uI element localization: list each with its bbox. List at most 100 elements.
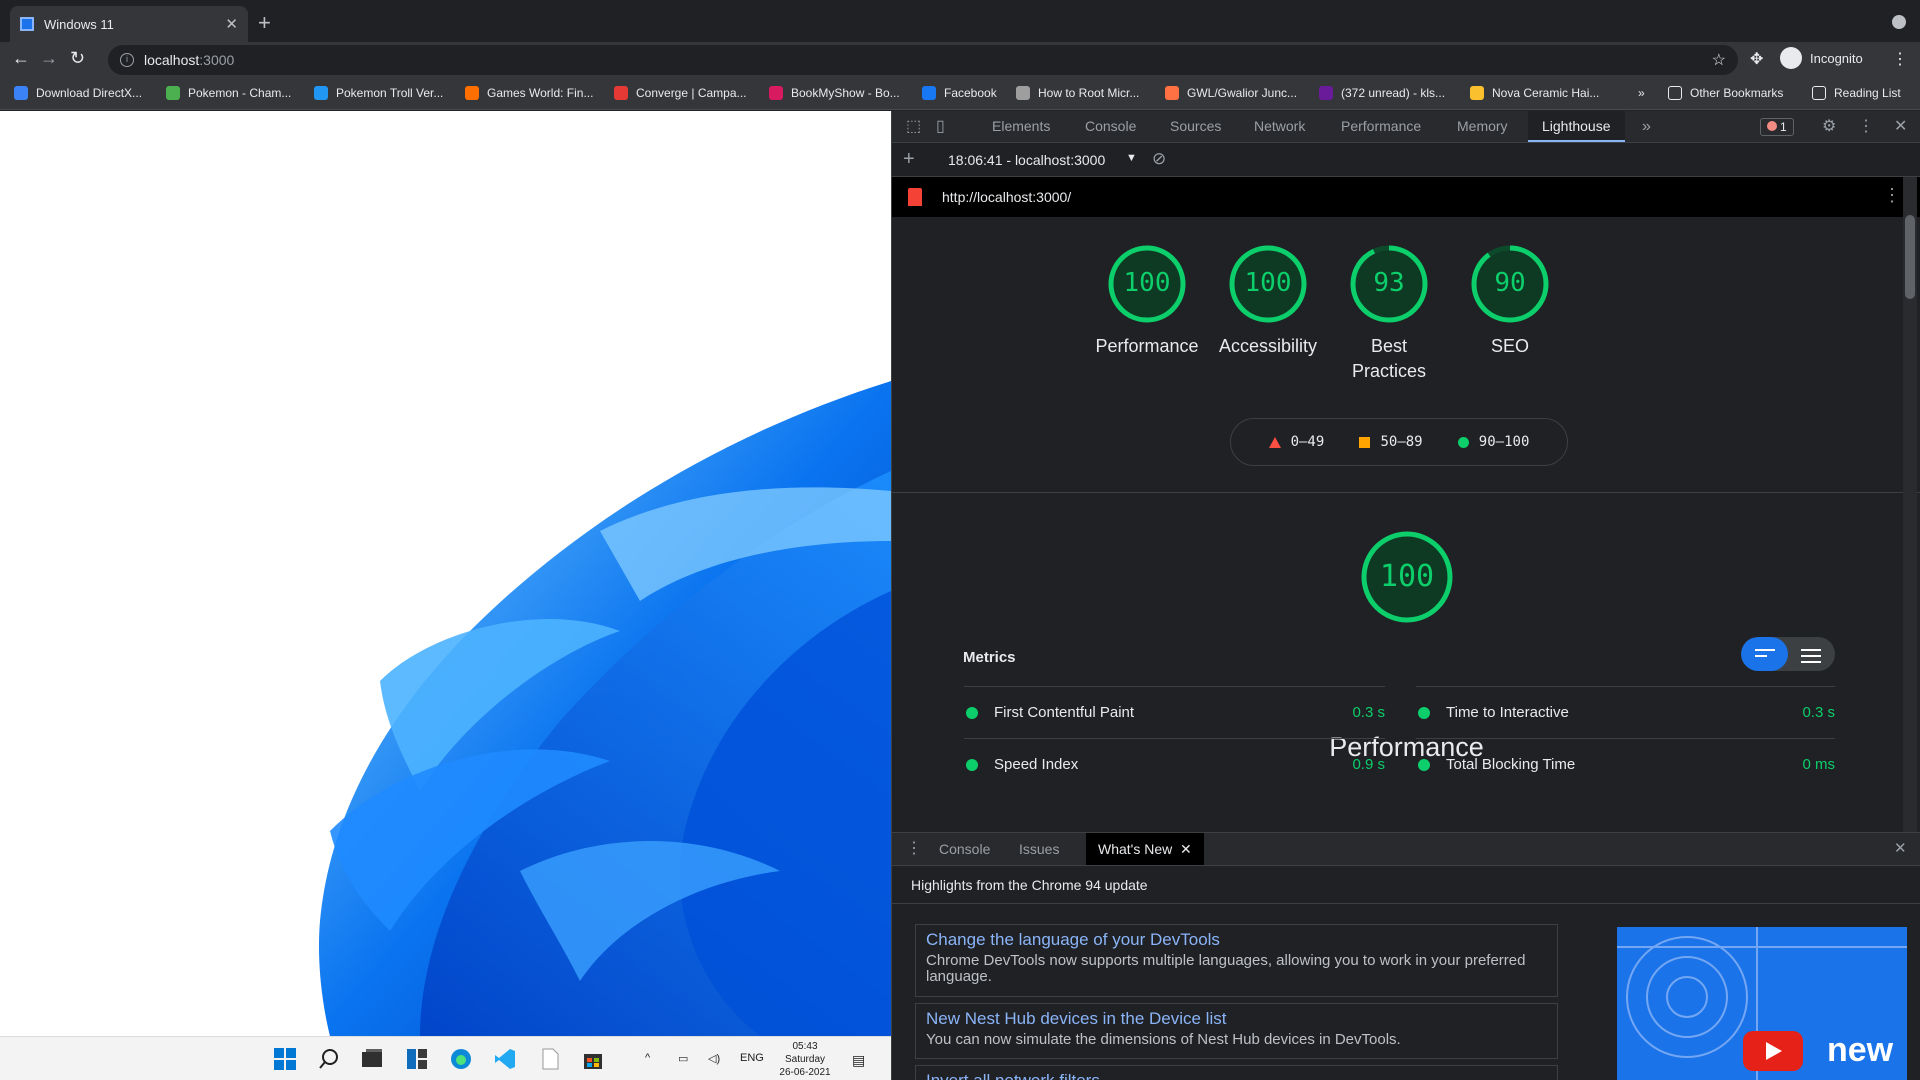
notification-icon[interactable]: ▤ — [852, 1052, 865, 1069]
network-icon[interactable]: ▭ — [678, 1052, 688, 1065]
start-icon[interactable] — [273, 1047, 297, 1071]
other-bookmarks-label: Other Bookmarks — [1690, 86, 1784, 100]
browser-tab[interactable]: Windows 11 ✕ — [10, 6, 248, 42]
clock[interactable]: 05:43 Saturday 26-06-2021 — [770, 1040, 840, 1079]
reload-icon[interactable]: ↻ — [70, 48, 85, 69]
whats-new-item-title[interactable]: New Nest Hub devices in the Device list — [926, 1009, 1547, 1029]
tab-elements[interactable]: Elements — [992, 111, 1050, 142]
green-circle-icon — [1457, 436, 1469, 448]
tab-console[interactable]: Console — [1085, 111, 1136, 142]
search-icon[interactable] — [317, 1047, 341, 1071]
bookmark-item[interactable]: Facebook — [922, 86, 997, 100]
report-select[interactable]: 18:06:41 - localhost:3000 — [948, 152, 1105, 168]
new-report-icon[interactable]: + — [903, 148, 915, 171]
extensions-icon[interactable]: ✥ — [1750, 49, 1763, 69]
bookmark-item[interactable]: Pokemon Troll Ver... — [314, 86, 443, 100]
bookmark-item[interactable]: Download DirectX... — [14, 86, 142, 100]
tab-search-icon[interactable] — [1892, 15, 1906, 29]
address-bar[interactable]: i localhost:3000 ☆ — [108, 45, 1738, 75]
metric-name: Time to Interactive — [1446, 704, 1569, 721]
report-url-bar: http://localhost:3000/ ⋮ — [892, 177, 1920, 217]
store-icon[interactable] — [581, 1047, 605, 1071]
new-tab-icon[interactable]: + — [258, 10, 271, 36]
bookmark-item[interactable]: How to Root Micr... — [1016, 86, 1139, 100]
more-tabs-icon[interactable]: » — [1642, 111, 1651, 142]
back-icon[interactable]: ← — [12, 48, 30, 69]
metric-value: 0.9 s — [1352, 756, 1385, 773]
score-label: Best Practices — [1351, 336, 1427, 381]
score-gauge[interactable]: 90 SEO — [1440, 242, 1580, 359]
windows-taskbar: ^ ▭ ◁) ENG 05:43 Saturday 26-06-2021 ▤ — [0, 1036, 891, 1080]
settings-gear-icon[interactable]: ⚙ — [1822, 111, 1836, 142]
browser-menu-icon[interactable]: ⋮ — [1892, 49, 1908, 69]
pass-dot-icon — [966, 706, 978, 719]
legend-average: 50–89 — [1359, 434, 1423, 450]
tab-memory[interactable]: Memory — [1457, 111, 1508, 142]
bookmark-item[interactable]: Nova Ceramic Hai... — [1470, 86, 1599, 100]
bookmark-star-icon[interactable]: ☆ — [1712, 50, 1726, 70]
other-bookmarks-folder[interactable]: Other Bookmarks — [1668, 86, 1783, 100]
score-gauge[interactable]: 100 Accessibility — [1198, 242, 1338, 359]
bookmark-favicon-icon — [166, 86, 180, 100]
bookmark-label: BookMyShow - Bo... — [791, 86, 900, 100]
whats-new-video-thumbnail[interactable]: new — [1617, 927, 1907, 1080]
drawer-tab-console[interactable]: Console — [939, 833, 990, 865]
tab-network[interactable]: Network — [1254, 111, 1305, 142]
volume-icon[interactable]: ◁) — [708, 1052, 720, 1065]
error-count-badge[interactable]: 1 — [1760, 118, 1794, 136]
bookmark-item[interactable]: Games World: Fin... — [465, 86, 593, 100]
whats-new-item[interactable]: Change the language of your DevTools Chr… — [915, 924, 1558, 997]
metrics-view-toggle[interactable] — [1741, 637, 1835, 671]
edge-browser-icon[interactable] — [449, 1047, 473, 1071]
close-tab-icon[interactable]: ✕ — [225, 15, 238, 33]
incognito-avatar-icon — [1780, 47, 1802, 69]
file-icon[interactable] — [538, 1047, 562, 1071]
bookmark-item[interactable]: GWL/Gwalior Junc... — [1165, 86, 1297, 100]
bookmarks-overflow-icon[interactable]: » — [1638, 86, 1645, 100]
close-devtools-icon[interactable]: ✕ — [1894, 111, 1907, 142]
whats-new-item-title[interactable]: Invert all network filters — [926, 1071, 1547, 1080]
scrollbar-thumb[interactable] — [1905, 215, 1915, 299]
close-whats-new-icon[interactable]: ✕ — [1180, 841, 1192, 857]
profile-button[interactable]: Incognito — [1780, 47, 1863, 69]
drawer-tab-issues[interactable]: Issues — [1019, 833, 1059, 865]
forward-icon[interactable]: → — [40, 48, 58, 69]
score-gauge[interactable]: 93 Best Practices — [1319, 242, 1459, 384]
close-drawer-icon[interactable]: ✕ — [1894, 833, 1907, 865]
bookmarks-bar: Download DirectX... Pokemon - Cham... Po… — [0, 78, 1920, 110]
drawer-tab-whats-new[interactable]: What's New ✕ — [1086, 833, 1204, 865]
clear-reports-icon[interactable]: ⊘ — [1152, 149, 1166, 169]
drawer-menu-icon[interactable]: ⋮ — [906, 833, 922, 865]
clock-day: Saturday — [784, 1054, 826, 1065]
language-indicator[interactable]: ENG — [740, 1052, 764, 1064]
whats-new-item[interactable]: Invert all network filters — [915, 1065, 1558, 1080]
inspect-element-icon[interactable]: ⬚ — [906, 111, 921, 142]
site-info-icon[interactable]: i — [120, 53, 134, 67]
vscode-icon[interactable] — [493, 1047, 517, 1071]
bookmark-item[interactable]: (372 unread) - kls... — [1319, 86, 1445, 100]
whats-new-item-title[interactable]: Change the language of your DevTools — [926, 930, 1547, 950]
task-view-icon[interactable] — [360, 1047, 384, 1071]
bookmark-item[interactable]: Pokemon - Cham... — [166, 86, 291, 100]
chevron-up-icon[interactable]: ^ — [645, 1052, 650, 1064]
devtools-menu-icon[interactable]: ⋮ — [1858, 111, 1874, 142]
bookmark-item[interactable]: Converge | Campa... — [614, 86, 747, 100]
device-toolbar-icon[interactable]: ▯ — [936, 111, 945, 142]
report-menu-icon[interactable]: ⋮ — [1883, 185, 1901, 206]
whats-new-item[interactable]: New Nest Hub devices in the Device list … — [915, 1003, 1558, 1059]
youtube-play-icon[interactable] — [1743, 1031, 1803, 1071]
score-gauge[interactable]: 100 Performance — [1077, 242, 1217, 359]
metric-value: 0 ms — [1802, 756, 1835, 773]
tab-lighthouse[interactable]: Lighthouse — [1528, 111, 1625, 142]
tab-performance[interactable]: Performance — [1341, 111, 1421, 142]
score-value: 100 — [1244, 268, 1292, 298]
bookmark-label: Games World: Fin... — [487, 86, 594, 100]
tab-sources[interactable]: Sources — [1170, 111, 1221, 142]
report-scrollbar[interactable] — [1903, 177, 1917, 832]
chevron-down-icon[interactable]: ▼ — [1126, 152, 1137, 164]
lighthouse-report: 100 Performance 100 Accessibility 93 Best Pra… — [892, 217, 1920, 832]
widgets-icon[interactable] — [405, 1047, 429, 1071]
reading-list-button[interactable]: Reading List — [1812, 86, 1901, 100]
bookmark-item[interactable]: BookMyShow - Bo... — [769, 86, 900, 100]
score-value: 93 — [1373, 268, 1405, 298]
